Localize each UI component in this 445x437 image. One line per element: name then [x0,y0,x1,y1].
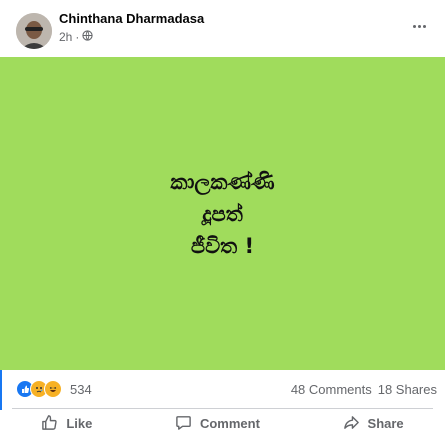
post-header: Chinthana Dharmadasa 2h · [0,0,445,57]
post-line-2: දූපත් [202,201,243,226]
share-label: Share [367,416,404,431]
post-line-3: ජීවිත ! [190,233,255,258]
author-name[interactable]: Chinthana Dharmadasa [59,11,204,26]
share-icon [343,414,360,434]
comments-count-link[interactable]: 48 Comments [291,382,372,397]
thumbs-up-icon [41,414,58,434]
post-time[interactable]: 2h [59,30,72,44]
haha-reaction-icon [44,380,62,398]
post-line-1: කාලකණ්ණි [170,169,275,194]
comment-icon [175,414,192,434]
reaction-stats: 534 48 Comments 18 Shares [0,372,445,408]
share-button[interactable]: Share [331,412,416,436]
post-text-background: කාලකණ්ණි දූපත් ජීවිත ! [0,57,445,370]
post-meta: 2h · [59,30,93,44]
like-label: Like [66,416,93,431]
post-actions: Like Comment Share [0,410,445,437]
divider [12,408,433,409]
profile-photo [16,13,52,49]
comment-button[interactable]: Comment [163,412,272,436]
globe-icon[interactable] [82,30,93,44]
comment-label: Comment [199,416,260,431]
avatar[interactable] [16,13,52,49]
reaction-count: 534 [70,381,92,397]
engagement-counts: 48 Comments 18 Shares [291,382,437,397]
reaction-summary[interactable]: 534 [16,380,92,398]
like-button[interactable]: Like [29,412,104,436]
more-options-icon[interactable] [409,16,429,36]
shares-count-link[interactable]: 18 Shares [378,382,437,397]
